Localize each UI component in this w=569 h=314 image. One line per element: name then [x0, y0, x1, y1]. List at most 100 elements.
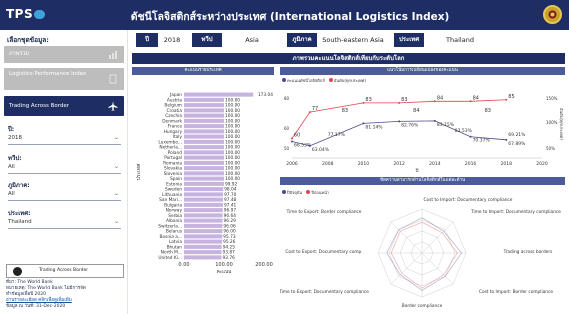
bar [184, 223, 223, 228]
y-right-tick-label: 150% [546, 96, 558, 101]
continent-tag: ทวีป [192, 33, 222, 47]
rank-data-label: 85 [508, 94, 514, 100]
year-value[interactable]: 2018 [158, 33, 186, 47]
page-title: ดัชนีโลจิสติกส์ระหว่างประเทศ (Internatio… [130, 11, 450, 23]
country-value[interactable]: Thailand [428, 33, 492, 47]
bar-category-label: Romania [163, 160, 182, 166]
bar-value-label: 97.70 [224, 192, 237, 198]
bar [184, 218, 223, 223]
year-tag: ปี [136, 33, 158, 47]
score-point [308, 144, 311, 147]
overview-banner: ภาพรวมคะแนนโลจิสติกส์เทียบกับระดับโลก [132, 53, 565, 64]
bar [184, 155, 224, 160]
current-year-legend-icon [282, 190, 286, 194]
line-chart: 2006 2008 2010 2012 2014 2016 2018 2020 ปี 80 60 50… [284, 94, 564, 174]
x-tick-label: 2010 [358, 161, 370, 167]
bar-value-label: 100.00 [225, 155, 240, 161]
data-date: ข้อมูล ณ วันที่: 31-Dec-2020 [6, 304, 66, 309]
continent-value[interactable]: Asia [224, 33, 280, 47]
bar [184, 213, 223, 218]
sidebar-item-label: Trading Across Border [9, 103, 70, 109]
sidebar-item-label: ภาพรวม [9, 51, 30, 57]
bar [184, 139, 224, 144]
radar-axis-label: Time to Export: Documentary compliance [280, 289, 369, 295]
line-chart-legend: คะแนนดัชนีโลจิสติกส์ อันดับ(ทุกประเทศ) [282, 77, 366, 84]
bar-value-label: 98.04 [224, 187, 237, 193]
bar-category-label: Albania [166, 218, 182, 224]
legend-button-label: Trading Across Border [39, 268, 89, 273]
bar-category-label: Bhutan [167, 244, 183, 250]
bar [184, 134, 224, 139]
bar-value-label: 100.00 [225, 97, 240, 103]
header-bar: TPS ดัชนีโลจิสติกส์ระหว่างประเทศ (Intern… [0, 0, 569, 30]
sidebar-item-trading-across-border[interactable]: Trading Across Border [4, 96, 124, 116]
country-filter-value: Thailand [8, 219, 32, 225]
app-root: TPS ดัชนีโลจิสติกส์ระหว่างประเทศ (Intern… [0, 0, 569, 314]
bar [184, 108, 224, 113]
country-tag: ประเทศ [394, 33, 424, 47]
bar [184, 92, 254, 97]
rank-data-label: 84 [473, 95, 479, 101]
bar-value-label: 100.00 [225, 118, 240, 124]
score-data-label: 77.17% [328, 132, 346, 138]
sidebar-item-label: Logistics Performance Index [9, 71, 87, 77]
y-axis-label: ประเทศ [136, 163, 142, 181]
chevron-down-icon: ⌄ [113, 163, 119, 170]
bar-value-label: 99.92 [225, 181, 238, 187]
country-filter-select[interactable]: Thailand ⌄ [8, 217, 121, 229]
region-tag: ภูมิภาค [287, 33, 317, 47]
index-icon [109, 74, 117, 84]
sidebar-item-lpi[interactable]: Logistics Performance Index [4, 68, 124, 90]
bar [184, 150, 224, 155]
region-filter-select[interactable]: All ⌄ [8, 189, 121, 201]
bar-value-label: 96.06 [223, 223, 236, 229]
score-data-label: 83.53% [455, 128, 473, 134]
score-point [505, 138, 508, 141]
rank-data-label: 84 [437, 95, 443, 101]
bar [184, 171, 224, 176]
score-point [469, 135, 472, 138]
region-value[interactable]: South-eastern Asia [319, 33, 387, 47]
top-data-label: 83 [342, 108, 348, 114]
score-data-label: 82.76% [401, 122, 419, 128]
previous-year-legend-icon [306, 190, 311, 194]
bar-value-label: 96.29 [224, 218, 237, 224]
y-left-tick-label: 60 [284, 126, 290, 131]
bar [184, 113, 224, 118]
bar-chart: Japan 173.04 Austria 100.00 Belgium 100.00 Cro… [136, 92, 273, 275]
year-filter-select[interactable]: 2018 ⌄ [8, 133, 121, 145]
bar-category-label: Lithuania [162, 192, 182, 198]
continent-filter-value: All [8, 164, 15, 170]
bar-value-label: 96.97 [224, 208, 237, 214]
line-panel-subtitle: แนวโน้มการเปลี่ยนแปลงของคะแนน [280, 67, 565, 75]
bar-value-label: 97.41 [224, 202, 237, 208]
bar-value-label: 100.00 [225, 113, 240, 119]
top-data-label: 83 [485, 108, 491, 114]
score-data-label: 63.04% [312, 147, 330, 153]
rank-data-label: 83 [401, 97, 407, 103]
year-filter-value: 2018 [8, 135, 22, 141]
bar-category-label: Slovakia [164, 166, 182, 172]
trading-across-border-button[interactable]: Trading Across Border [6, 264, 124, 278]
radar-axis-label: Time to Export: Border compliance [286, 209, 362, 215]
bar-category-label: Italy [173, 134, 183, 140]
bar [184, 129, 224, 134]
bar-category-label: Switzerla... [158, 223, 182, 229]
x-tick-label: 2018 [501, 161, 513, 167]
chevron-down-icon: ⌄ [113, 190, 119, 197]
royal-emblem-icon [543, 5, 562, 24]
bar-category-label: Slovenia [164, 171, 183, 177]
sidebar-item-overview[interactable]: ภาพรวม [4, 46, 124, 63]
logo[interactable]: TPS [6, 7, 46, 21]
bar-value-label: 93.76 [223, 255, 236, 261]
rank-point [398, 101, 401, 104]
radar-axis-label: Trading across borders [503, 249, 553, 255]
radar-axis-label: Cost to Import: Border compliance [479, 289, 553, 295]
rank-data-label: 83 [365, 97, 371, 103]
x-tick-label: 200.00 [255, 262, 273, 268]
bar [184, 176, 224, 181]
bar [184, 103, 224, 108]
continent-filter-select[interactable]: All ⌄ [8, 162, 121, 174]
bar-value-label: 100.00 [225, 176, 240, 182]
bar [184, 250, 222, 255]
